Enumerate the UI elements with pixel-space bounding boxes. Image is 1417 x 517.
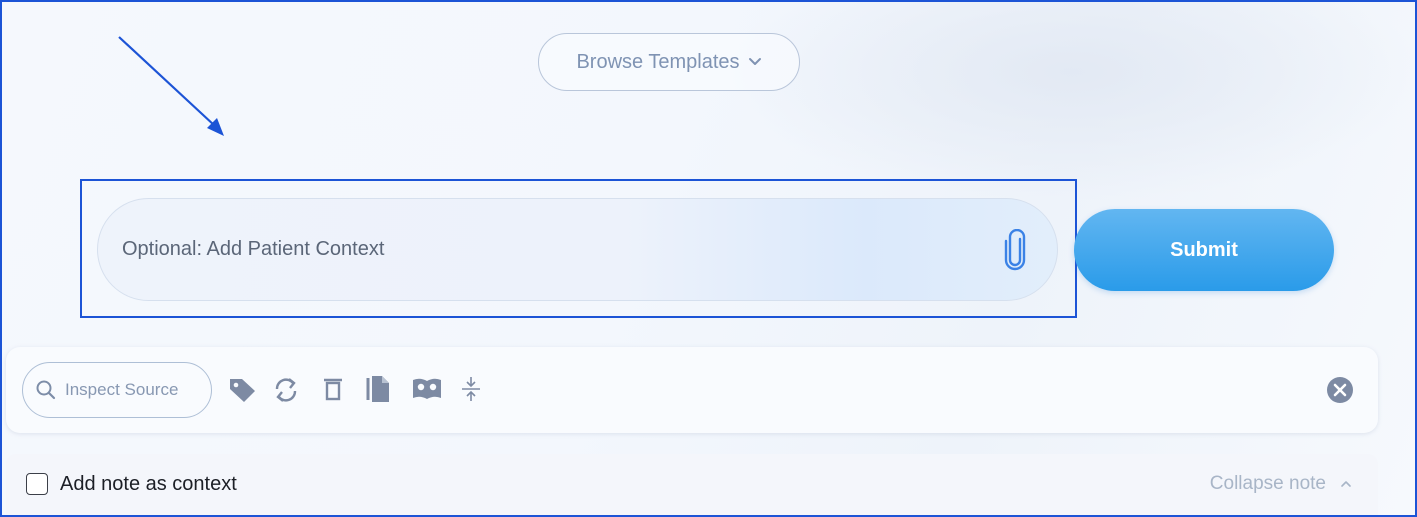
submit-button[interactable]: Submit [1074,209,1334,291]
app-frame: Browse Templates Optional: Add Patient C… [0,0,1417,517]
patient-context-input[interactable]: Optional: Add Patient Context [97,198,1058,301]
refresh-icon[interactable] [272,376,300,404]
collapse-note-button[interactable]: Collapse note [1210,473,1352,495]
patient-context-placeholder: Optional: Add Patient Context [122,238,385,260]
tag-icon[interactable] [228,376,258,404]
inspect-source-button[interactable]: Inspect Source [22,362,212,418]
search-icon [36,380,56,400]
book-search-icon[interactable] [411,376,443,402]
chevron-down-icon [748,58,761,65]
inspect-source-label: Inspect Source [65,380,179,399]
source-toolbar: Inspect Source [6,347,1378,433]
add-note-checkbox[interactable] [26,473,48,495]
trash-icon[interactable] [322,376,344,402]
browse-templates-button[interactable]: Browse Templates [538,33,800,91]
collapse-note-label: Collapse note [1209,473,1326,494]
paperclip-icon[interactable] [1003,229,1029,271]
chevron-up-icon [1341,481,1351,487]
close-circle-icon[interactable] [1326,376,1354,404]
copy-icon[interactable] [364,374,392,404]
add-note-label[interactable]: Add note as context [60,473,237,496]
submit-label: Submit [1170,238,1238,261]
browse-templates-label: Browse Templates [576,50,740,73]
note-options-row: Add note as context Collapse note [6,454,1378,515]
background-glow [722,2,1415,202]
annotation-arrow-icon [118,36,224,136]
collapse-vertical-icon[interactable] [460,375,482,403]
